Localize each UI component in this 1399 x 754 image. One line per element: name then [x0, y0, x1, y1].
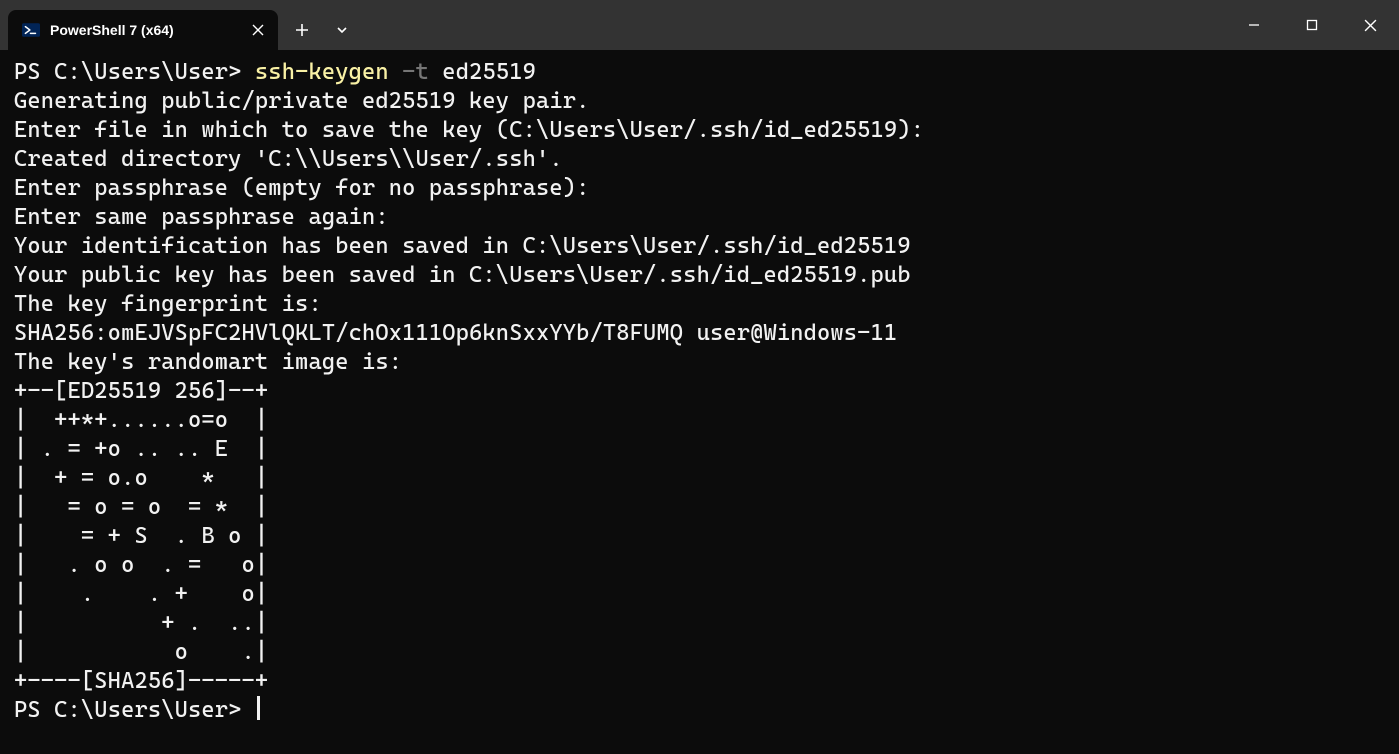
randomart-line: +--[ED25519 256]--+ [14, 378, 268, 404]
randomart-line: | o .| [14, 639, 268, 665]
tab-strip: PowerShell 7 (x64) [0, 0, 362, 50]
output-line: Enter passphrase (empty for no passphras… [14, 175, 590, 201]
output-line: Your public key has been saved in C:\Use… [14, 262, 911, 288]
output-line: SHA256:omEJVSpFC2HVlQKLT/chOx111Op6knSxx… [14, 320, 897, 346]
cursor [257, 696, 260, 720]
prompt-path: C:\Users\User> [54, 697, 255, 723]
prompt-ps: PS [14, 697, 54, 723]
close-window-button[interactable] [1341, 0, 1399, 50]
new-tab-button[interactable] [282, 10, 322, 50]
randomart-line: | ++*+......o=o | [14, 407, 268, 433]
tab-title: PowerShell 7 (x64) [50, 22, 244, 38]
close-tab-button[interactable] [244, 16, 272, 44]
minimize-button[interactable] [1225, 0, 1283, 50]
output-line: The key fingerprint is: [14, 291, 322, 317]
output-line: The key's randomart image is: [14, 349, 402, 375]
window-controls [1225, 0, 1399, 50]
maximize-button[interactable] [1283, 0, 1341, 50]
tab-powershell[interactable]: PowerShell 7 (x64) [8, 10, 278, 50]
randomart-line: | . o o . = o| [14, 552, 268, 578]
prompt-path: C:\Users\User> [54, 59, 255, 85]
randomart-line: | + = o.o * | [14, 465, 268, 491]
command-flag: -t [389, 59, 429, 85]
output-line: Enter file in which to save the key (C:\… [14, 117, 924, 143]
tab-dropdown-button[interactable] [322, 10, 362, 50]
output-line: Enter same passphrase again: [14, 204, 389, 230]
powershell-icon [22, 21, 40, 39]
randomart-line: | . . + o| [14, 581, 268, 607]
randomart-line: +----[SHA256]-----+ [14, 668, 268, 694]
command-name: ssh-keygen [255, 59, 389, 85]
command-arg: ed25519 [429, 59, 536, 85]
terminal-output[interactable]: PS C:\Users\User> ssh-keygen -t ed25519 … [0, 50, 1399, 733]
randomart-line: | + . ..| [14, 610, 268, 636]
randomart-line: | = o = o = * | [14, 494, 268, 520]
output-line: Generating public/private ed25519 key pa… [14, 88, 590, 114]
randomart-line: | = + S . B o | [14, 523, 268, 549]
output-line: Your identification has been saved in C:… [14, 233, 911, 259]
output-line: Created directory 'C:\\Users\\User/.ssh'… [14, 146, 563, 172]
randomart-line: | . = +o .. .. E | [14, 436, 268, 462]
titlebar: PowerShell 7 (x64) [0, 0, 1399, 50]
prompt-ps: PS [14, 59, 54, 85]
